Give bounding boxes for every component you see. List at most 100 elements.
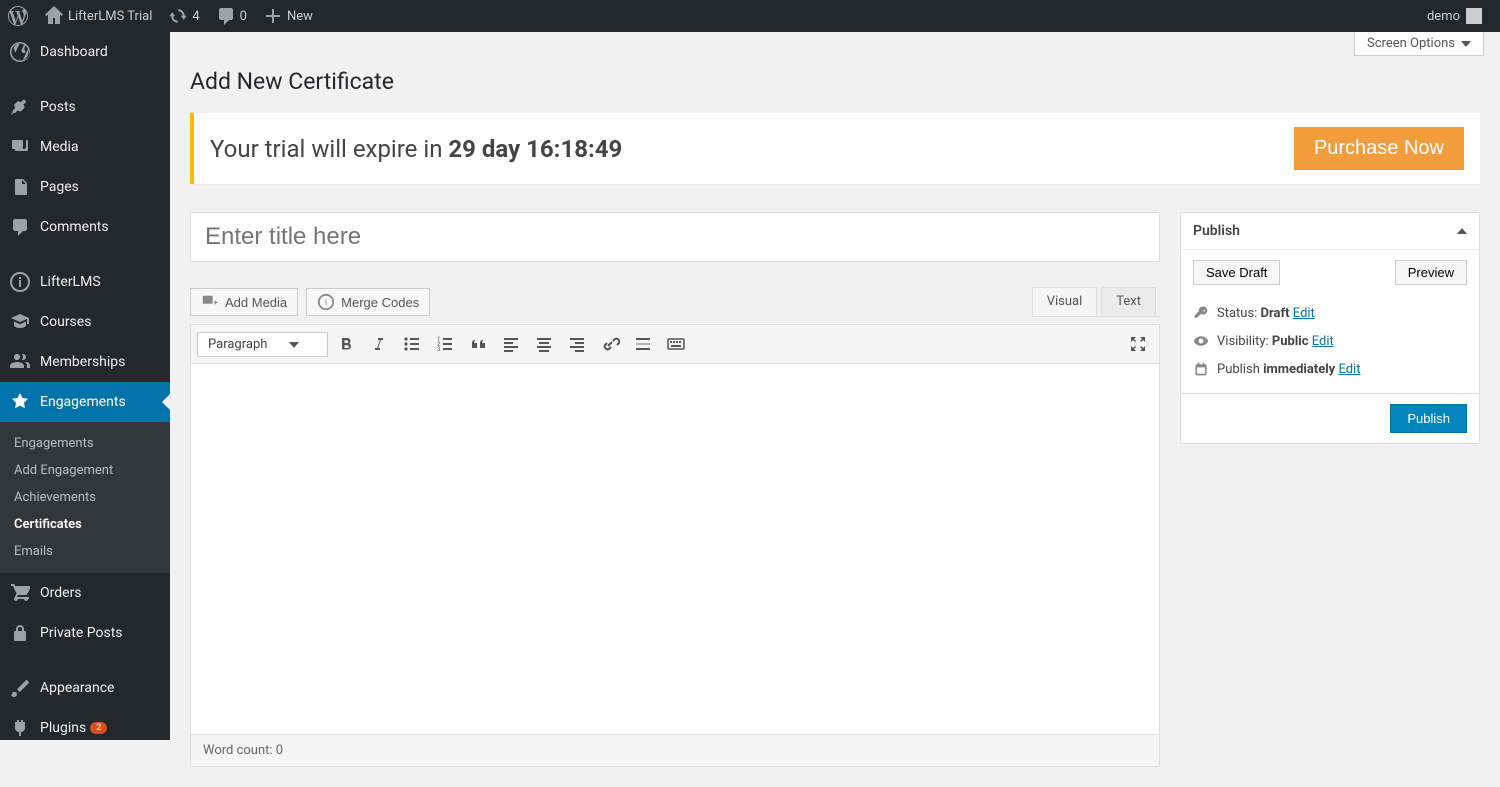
- trial-text: Your trial will expire in 29 day 16:18:4…: [210, 135, 622, 163]
- align-center-icon: [534, 334, 554, 354]
- menu-memberships[interactable]: Memberships: [0, 342, 170, 382]
- schedule-edit-link[interactable]: Edit: [1338, 362, 1360, 377]
- purchase-button[interactable]: Purchase Now: [1294, 127, 1464, 170]
- blockquote-button[interactable]: [463, 329, 493, 359]
- menu-comments[interactable]: Comments: [0, 207, 170, 247]
- menu-media[interactable]: Media: [0, 127, 170, 167]
- publish-box-title: Publish: [1193, 223, 1240, 239]
- tab-text[interactable]: Text: [1101, 287, 1156, 316]
- svg-text:3: 3: [437, 346, 440, 353]
- title-input[interactable]: [190, 212, 1160, 262]
- link-button[interactable]: [595, 329, 625, 359]
- updates-link[interactable]: 4: [160, 0, 207, 32]
- menu-posts[interactable]: Posts: [0, 87, 170, 127]
- add-media-button[interactable]: Add Media: [190, 288, 298, 316]
- bullet-list-icon: [402, 334, 422, 354]
- publish-box: Publish Save Draft Preview Status: Draft…: [1180, 212, 1480, 444]
- screen-options-toggle[interactable]: Screen Options: [1354, 32, 1484, 56]
- menu-memberships-label: Memberships: [40, 354, 125, 370]
- menu-lifterlms-label: LifterLMS: [40, 274, 101, 290]
- status-row: Status: Draft Edit: [1193, 299, 1467, 327]
- menu-lifterlms[interactable]: LifterLMS: [0, 262, 170, 302]
- comments-icon: [10, 217, 30, 237]
- lock-icon: [10, 623, 30, 643]
- chevron-up-icon: [1457, 228, 1467, 234]
- trial-countdown: 29 day 16:18:49: [448, 135, 622, 163]
- admin-sidebar: Dashboard Posts Media Pages Comments Lif…: [0, 32, 170, 740]
- align-center-button[interactable]: [529, 329, 559, 359]
- menu-engagements[interactable]: Engagements: [0, 382, 170, 422]
- bold-icon: [336, 334, 356, 354]
- fullscreen-button[interactable]: [1123, 329, 1153, 359]
- submenu-emails[interactable]: Emails: [0, 538, 170, 565]
- comments-link[interactable]: 0: [208, 0, 255, 32]
- media-icon: [10, 137, 30, 157]
- calendar-icon: [1193, 361, 1209, 377]
- menu-orders[interactable]: Orders: [0, 573, 170, 613]
- home-icon: [44, 6, 64, 26]
- updates-count: 4: [192, 9, 199, 24]
- chevron-down-icon: [289, 342, 299, 348]
- word-count-value: 0: [276, 743, 283, 758]
- bullet-list-button[interactable]: [397, 329, 427, 359]
- user-account-link[interactable]: demo: [1415, 0, 1490, 32]
- menu-appearance[interactable]: Appearance: [0, 668, 170, 708]
- align-right-button[interactable]: [562, 329, 592, 359]
- italic-button[interactable]: [364, 329, 394, 359]
- menu-posts-label: Posts: [40, 99, 76, 115]
- submenu-engagements-list[interactable]: Engagements: [0, 430, 170, 457]
- quote-icon: [468, 334, 488, 354]
- save-draft-button[interactable]: Save Draft: [1193, 260, 1280, 285]
- user-greeting: demo: [1427, 9, 1460, 24]
- publish-box-header[interactable]: Publish: [1181, 213, 1479, 250]
- italic-icon: [369, 334, 389, 354]
- fullscreen-icon: [1128, 334, 1148, 354]
- wp-logo-menu[interactable]: [0, 0, 36, 32]
- read-more-button[interactable]: [628, 329, 658, 359]
- avatar-icon: [1466, 8, 1482, 24]
- submenu-add-engagement[interactable]: Add Engagement: [0, 457, 170, 484]
- page-icon: [10, 177, 30, 197]
- graduation-icon: [10, 312, 30, 332]
- numbered-list-button[interactable]: 123: [430, 329, 460, 359]
- award-icon: [10, 392, 30, 412]
- site-name-link[interactable]: LifterLMS Trial: [36, 0, 160, 32]
- editor-canvas[interactable]: [191, 364, 1159, 734]
- visibility-value: Public: [1272, 334, 1309, 349]
- align-left-button[interactable]: [496, 329, 526, 359]
- menu-plugins[interactable]: Plugins 2: [0, 708, 170, 740]
- status-edit-link[interactable]: Edit: [1293, 306, 1315, 321]
- menu-courses[interactable]: Courses: [0, 302, 170, 342]
- visibility-edit-link[interactable]: Edit: [1312, 334, 1334, 349]
- publish-button[interactable]: Publish: [1390, 404, 1467, 433]
- toolbar-toggle-button[interactable]: [661, 329, 691, 359]
- new-label: New: [287, 9, 313, 24]
- admin-bar: LifterLMS Trial 4 0 New demo: [0, 0, 1500, 32]
- format-select-value: Paragraph: [208, 337, 267, 352]
- tab-visual[interactable]: Visual: [1032, 287, 1098, 316]
- status-value: Draft: [1261, 306, 1290, 321]
- menu-private-posts[interactable]: Private Posts: [0, 613, 170, 653]
- submenu-certificates[interactable]: Certificates: [0, 511, 170, 538]
- menu-dashboard[interactable]: Dashboard: [0, 32, 170, 72]
- merge-codes-button[interactable]: i Merge Codes: [306, 288, 430, 316]
- new-content-link[interactable]: New: [255, 0, 321, 32]
- menu-pages-label: Pages: [40, 179, 79, 195]
- add-media-label: Add Media: [225, 295, 287, 310]
- camera-icon: [201, 293, 219, 311]
- bold-button[interactable]: [331, 329, 361, 359]
- plugins-update-badge: 2: [90, 722, 107, 734]
- menu-media-label: Media: [40, 139, 79, 155]
- dashboard-icon: [10, 42, 30, 62]
- format-select[interactable]: Paragraph: [197, 332, 328, 357]
- editor-status-bar: Word count: 0: [191, 734, 1159, 766]
- menu-pages[interactable]: Pages: [0, 167, 170, 207]
- chevron-down-icon: [1461, 41, 1471, 47]
- menu-courses-label: Courses: [40, 314, 91, 330]
- preview-button[interactable]: Preview: [1395, 260, 1467, 285]
- align-left-icon: [501, 334, 521, 354]
- submenu-achievements[interactable]: Achievements: [0, 484, 170, 511]
- submenu-engagements: Engagements Add Engagement Achievements …: [0, 422, 170, 573]
- menu-comments-label: Comments: [40, 219, 109, 235]
- merge-codes-label: Merge Codes: [341, 295, 419, 310]
